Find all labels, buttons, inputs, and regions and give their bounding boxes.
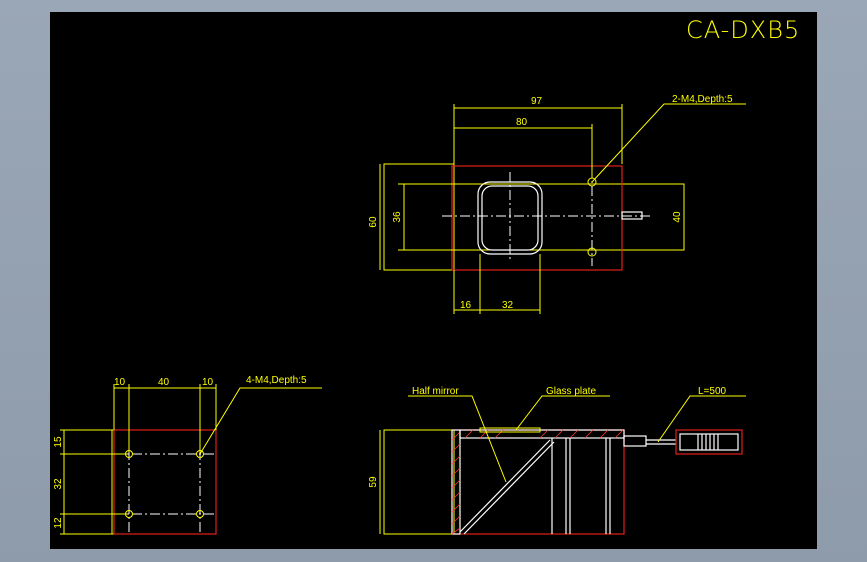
front-view-hatching <box>451 431 461 535</box>
front-view-cable-gland <box>623 435 647 447</box>
top-view-hole-leader <box>591 103 746 183</box>
dim-side-middle: 32 <box>53 478 64 490</box>
top-view: 97 80 60 36 40 16 32 2-M4,Depth:5 <box>368 94 746 314</box>
dim-side-left: 10 <box>114 377 126 388</box>
front-view-yellow-outline <box>383 429 455 535</box>
top-view-body-outline <box>453 183 685 251</box>
cable-length-label: L=500 <box>698 386 727 397</box>
half-mirror-label: Half mirror <box>412 386 459 397</box>
dim-36: 36 <box>392 211 403 223</box>
glass-plate-label: Glass plate <box>546 386 596 397</box>
dim-80: 80 <box>516 117 528 128</box>
front-view-top-plate <box>459 429 625 439</box>
dim-side-top: 15 <box>53 436 64 448</box>
front-view: 59 Half mirror Glass plate L=500 <box>368 386 746 535</box>
dim-16: 16 <box>460 300 472 311</box>
half-mirror-leader <box>408 395 507 483</box>
side-view-hole-note: 4-M4,Depth:5 <box>246 375 307 386</box>
drawing-sheet: CA-DXB5 97 80 60 36 40 16 32 2-M4,Depth:… <box>50 12 817 549</box>
dim-side-bottom: 12 <box>53 517 64 529</box>
cad-drawing: CA-DXB5 97 80 60 36 40 16 32 2-M4,Depth:… <box>53 16 800 535</box>
glass-plate-leader <box>515 395 610 431</box>
front-view-red-outline <box>451 429 625 535</box>
dim-60: 60 <box>368 216 379 228</box>
top-view-hole-note: 2-M4,Depth:5 <box>672 94 733 105</box>
dim-side-center: 40 <box>158 377 170 388</box>
dim-97: 97 <box>531 96 543 107</box>
front-view-half-mirror <box>459 439 551 533</box>
dim-side-right: 10 <box>202 377 214 388</box>
dim-59: 59 <box>368 476 379 488</box>
drawing-title: CA-DXB5 <box>686 16 800 44</box>
side-view: 10 40 10 15 32 12 4-M4,Depth:5 <box>53 375 322 535</box>
dim-32: 32 <box>502 300 514 311</box>
dim-40: 40 <box>672 211 683 223</box>
front-view-connector <box>679 433 739 451</box>
side-view-hole-leader <box>199 387 322 455</box>
